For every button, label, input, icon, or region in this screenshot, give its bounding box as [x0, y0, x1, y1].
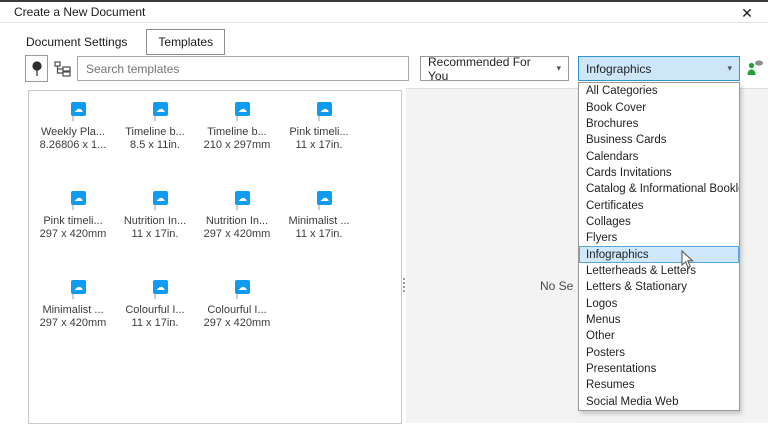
template-item[interactable]: ☁ Nutrition In... 11 x 17in. — [114, 197, 196, 286]
template-item[interactable]: ☁ Pink timeli... 11 x 17in. — [278, 108, 360, 197]
template-name: Minimalist ... — [42, 304, 103, 317]
close-icon[interactable]: ✕ — [738, 4, 756, 22]
template-size: 11 x 17in. — [296, 228, 343, 241]
tab-document-settings[interactable]: Document Settings — [24, 30, 129, 54]
category-option-all-categories[interactable]: All Categories — [579, 83, 739, 99]
category-option-letterheads-letters[interactable]: Letterheads & Letters — [579, 263, 739, 279]
category-option-resumes[interactable]: Resumes — [579, 377, 739, 393]
cloud-download-icon: ☁ — [71, 280, 86, 294]
templates-toolbar: Recommended For You ▾ Infographics ▾ — [0, 55, 768, 83]
cloud-download-icon: ☁ — [235, 102, 250, 116]
template-name: Colourful I... — [207, 304, 266, 317]
template-item[interactable]: ☁ Pink timeli... 297 x 420mm — [32, 197, 114, 286]
category-option-infographics[interactable]: Infographics — [579, 246, 739, 262]
category-option-letters-stationary[interactable]: Letters & Stationary — [579, 279, 739, 295]
template-name: Nutrition In... — [124, 215, 186, 228]
cloud-download-icon: ☁ — [317, 191, 332, 205]
template-grid: ☁ Weekly Pla... 8.26806 x 1... ☁ Timelin… — [29, 91, 401, 375]
cloud-download-icon: ☁ — [71, 191, 86, 205]
category-option-brochures[interactable]: Brochures — [579, 116, 739, 132]
template-item[interactable]: ☁ Minimalist ... 297 x 420mm — [32, 286, 114, 375]
template-item[interactable]: ☁ Minimalist ... 11 x 17in. — [278, 197, 360, 286]
category-option-collages[interactable]: Collages — [579, 214, 739, 230]
template-size: 297 x 420mm — [204, 228, 271, 241]
category-option-calendars[interactable]: Calendars — [579, 148, 739, 164]
template-item[interactable]: ☁ Timeline b... 210 x 297mm — [196, 108, 278, 197]
tab-bar: Document Settings Templates — [24, 29, 225, 55]
cloud-download-icon: ☁ — [153, 191, 168, 205]
cloud-download-icon: ☁ — [317, 102, 332, 116]
template-item[interactable]: ☁ Timeline b... 8.5 x 11in. — [114, 108, 196, 197]
template-size: 8.5 x 11in. — [130, 139, 180, 152]
folder-tree-icon — [54, 61, 72, 77]
category-option-catalog-informational-booklets[interactable]: Catalog & Informational Booklets — [579, 181, 739, 197]
category-option-business-cards[interactable]: Business Cards — [579, 132, 739, 148]
category-option-book-cover[interactable]: Book Cover — [579, 99, 739, 115]
template-item[interactable]: ☁ Nutrition In... 297 x 420mm — [196, 197, 278, 286]
browse-folders-button[interactable] — [52, 57, 74, 80]
category-dropdown-list: All Categories Book Cover Brochures Busi… — [578, 82, 740, 411]
pin-filter-button[interactable] — [25, 55, 48, 82]
category-dropdown-value: Infographics — [586, 62, 651, 76]
template-size: 11 x 17in. — [132, 228, 179, 241]
get-more-button[interactable] — [745, 59, 765, 79]
template-results-panel: ☁ Weekly Pla... 8.26806 x 1... ☁ Timelin… — [28, 90, 402, 424]
cloud-download-icon: ☁ — [235, 280, 250, 294]
template-item[interactable]: ☁ Colourful I... 297 x 420mm — [196, 286, 278, 375]
template-name: Weekly Pla... — [41, 126, 105, 139]
template-size: 11 x 17in. — [296, 139, 343, 152]
template-size: 210 x 297mm — [204, 139, 271, 152]
cloud-download-icon: ☁ — [71, 102, 86, 116]
category-option-social-media-web[interactable]: Social Media Web — [579, 394, 739, 410]
category-option-certificates[interactable]: Certificates — [579, 197, 739, 213]
cloud-download-icon: ☁ — [153, 280, 168, 294]
pin-icon — [31, 60, 43, 78]
sort-dropdown[interactable]: Recommended For You ▾ — [420, 56, 569, 81]
search-input[interactable] — [77, 56, 409, 81]
template-size: 297 x 420mm — [40, 317, 107, 330]
panel-splitter-handle[interactable] — [403, 278, 405, 280]
template-size: 8.26806 x 1... — [40, 139, 107, 152]
category-option-presentations[interactable]: Presentations — [579, 361, 739, 377]
template-name: Colourful I... — [125, 304, 184, 317]
dialog-title: Create a New Document — [14, 5, 145, 19]
chevron-down-icon: ▾ — [556, 63, 561, 74]
template-item[interactable]: ☁ Weekly Pla... 8.26806 x 1... — [32, 108, 114, 197]
template-name: Pink timeli... — [43, 215, 102, 228]
template-size: 297 x 420mm — [204, 317, 271, 330]
template-name: Timeline b... — [207, 126, 267, 139]
category-option-flyers[interactable]: Flyers — [579, 230, 739, 246]
cloud-download-icon: ☁ — [235, 191, 250, 205]
mouse-cursor-icon — [681, 250, 695, 270]
template-size: 297 x 420mm — [40, 228, 107, 241]
template-name: Minimalist ... — [288, 215, 349, 228]
template-name: Nutrition In... — [206, 215, 268, 228]
category-option-menus[interactable]: Menus — [579, 312, 739, 328]
category-option-cards-invitations[interactable]: Cards Invitations — [579, 165, 739, 181]
category-option-posters[interactable]: Posters — [579, 345, 739, 361]
template-name: Pink timeli... — [289, 126, 348, 139]
category-dropdown[interactable]: Infographics ▾ — [578, 56, 740, 81]
chevron-down-icon: ▾ — [727, 63, 732, 74]
category-option-other[interactable]: Other — [579, 328, 739, 344]
template-size: 11 x 17in. — [132, 317, 179, 330]
tab-templates[interactable]: Templates — [146, 29, 225, 55]
template-name: Timeline b... — [125, 126, 185, 139]
template-item[interactable]: ☁ Colourful I... 11 x 17in. — [114, 286, 196, 375]
cloud-download-icon: ☁ — [153, 102, 168, 116]
dialog-titlebar: Create a New Document — [0, 2, 768, 23]
category-option-logos[interactable]: Logos — [579, 295, 739, 311]
get-more-person-icon — [745, 59, 765, 77]
no-selection-label: No Se — [540, 279, 573, 293]
sort-dropdown-value: Recommended For You — [428, 55, 550, 83]
